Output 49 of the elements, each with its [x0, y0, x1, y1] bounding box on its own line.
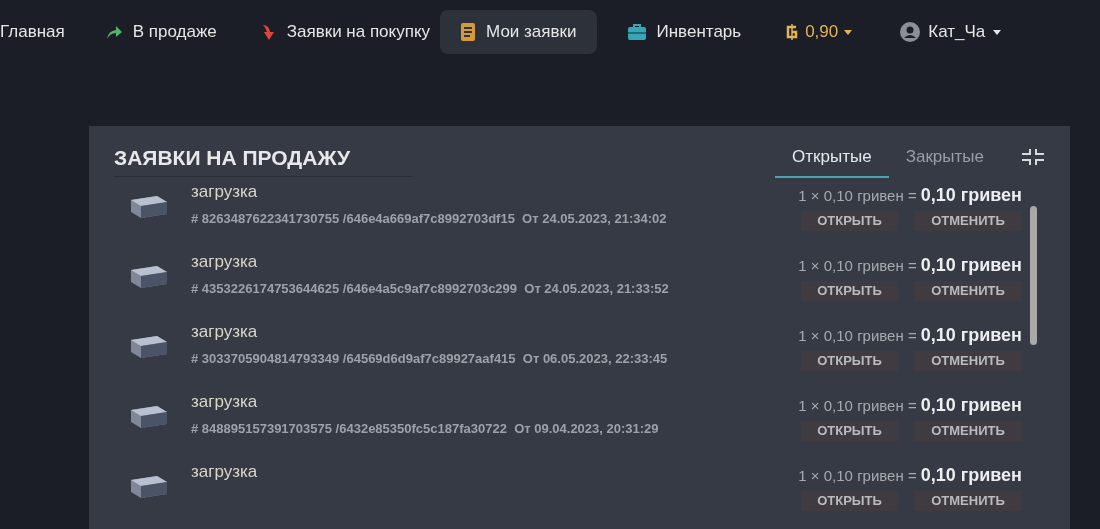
item-name: загрузка	[191, 461, 259, 482]
user-menu[interactable]: Кат_Ча	[900, 19, 1002, 45]
cancel-button[interactable]: ОТМЕНИТЬ	[914, 280, 1022, 301]
arrow-icon	[260, 23, 277, 41]
order-details: # 3033705904814793349 /64569d6d9af7c89927aaf415 От 06.05.2023, 22:33:45	[191, 349, 669, 368]
avatar-icon	[900, 22, 921, 42]
coin-icon	[785, 23, 800, 41]
open-button[interactable]: ОТКРЫТЬ	[801, 350, 898, 371]
caret-icon	[993, 29, 1002, 35]
item-name: загрузка	[191, 391, 259, 412]
order-details: # 848895157391703575 /6432e85350fc5c187fa30722 От 09.04.2023, 20:31:29	[191, 419, 660, 438]
cancel-button[interactable]: ОТМЕНИТЬ	[914, 420, 1022, 441]
price-calculation: 1 × 0,10 гривен =	[798, 185, 917, 206]
item-name: загрузка	[191, 181, 259, 202]
price-calculation: 1 × 0,10 гривен =	[798, 325, 917, 346]
balance-dropdown[interactable]: 0,90	[785, 19, 853, 45]
item-name: загрузка	[191, 321, 259, 342]
nav-link[interactable]: Инвентарь	[626, 10, 742, 54]
price-calculation: 1 × 0,10 гривен =	[798, 465, 917, 486]
order-details: # 4353226174753644625 /646e4a5c9af7c8992703c299 От 24.05.2023, 21:33:52	[191, 279, 670, 298]
cancel-button[interactable]: ОТМЕНИТЬ	[914, 350, 1022, 371]
tab[interactable]: Открытые	[775, 142, 889, 178]
total-price: 0,10 гривен	[920, 393, 1022, 417]
cancel-button[interactable]: ОТМЕНИТЬ	[914, 490, 1022, 511]
panel-title: ЗАЯВКИ НА ПРОДАЖУ	[114, 142, 413, 177]
nav-link[interactable]: Мои заявки	[440, 10, 597, 54]
order-details: # 8263487622341730755 /646e4a669af7c8992703df15 От 24.05.2023, 21:34:02	[191, 209, 668, 228]
open-button[interactable]: ОТКРЫТЬ	[801, 490, 898, 511]
collapse-icon[interactable]	[1021, 147, 1045, 166]
open-button[interactable]: ОТКРЫТЬ	[801, 210, 898, 231]
price-calculation: 1 × 0,10 гривен =	[798, 255, 917, 276]
tab[interactable]: Закрытые	[888, 142, 1001, 178]
nav-link[interactable]: Главная	[0, 10, 65, 54]
item-name: загрузка	[191, 251, 259, 272]
open-button[interactable]: ОТКРЫТЬ	[801, 280, 898, 301]
total-price: 0,10 гривен	[920, 463, 1022, 487]
nav-link[interactable]: Заявки на покупку	[260, 10, 431, 54]
total-price: 0,10 гривен	[920, 323, 1022, 347]
scrollbar-thumb[interactable]	[1030, 205, 1037, 345]
total-price: 0,10 гривен	[920, 253, 1022, 277]
price-calculation: 1 × 0,10 гривен =	[798, 395, 917, 416]
arrow-icon	[104, 24, 123, 40]
caret-icon	[844, 29, 853, 35]
document-icon	[460, 22, 477, 42]
cancel-button[interactable]: ОТМЕНИТЬ	[914, 210, 1022, 231]
briefcase-icon	[626, 23, 647, 41]
open-button[interactable]: ОТКРЫТЬ	[801, 420, 898, 441]
nav-link[interactable]: В продаже	[104, 10, 217, 54]
total-price: 0,10 гривен	[920, 183, 1022, 207]
